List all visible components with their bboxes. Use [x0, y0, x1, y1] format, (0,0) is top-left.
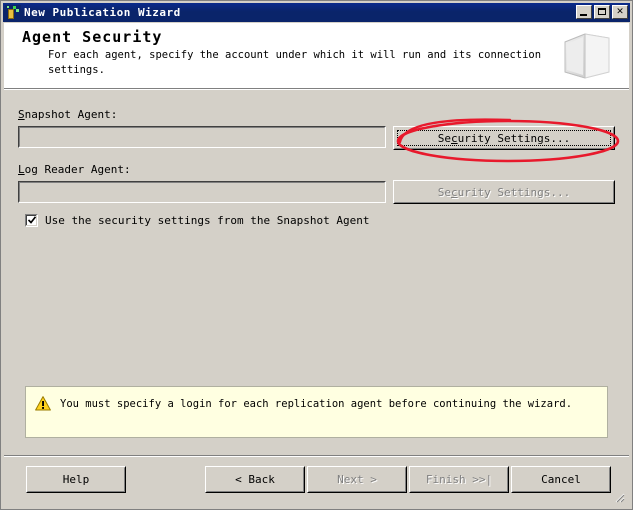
back-button[interactable]: < Back — [205, 466, 305, 493]
window-controls: ✕ — [576, 5, 628, 19]
wizard-footer: Help < Back Next > Finish >>| Cancel — [4, 457, 629, 506]
next-button: Next > — [307, 466, 407, 493]
warning-text: You must specify a login for each replic… — [60, 398, 573, 410]
snapshot-agent-label: Snapshot Agent: — [18, 108, 118, 121]
cancel-button-label: Cancel — [541, 473, 581, 486]
page-title: Agent Security — [22, 28, 163, 46]
help-button[interactable]: Help — [26, 466, 126, 493]
log-reader-agent-input — [18, 181, 386, 203]
finish-button-label: Finish >>| — [425, 473, 493, 486]
security-settings-secondary-button: Security Settings... — [393, 180, 615, 204]
warning-panel: You must specify a login for each replic… — [25, 386, 608, 438]
back-button-label: < Back — [235, 473, 275, 486]
check-icon — [28, 216, 36, 224]
maximize-button[interactable] — [594, 5, 610, 19]
close-icon[interactable]: ✕ — [612, 5, 628, 19]
title-bar[interactable]: New Publication Wizard ✕ — [3, 3, 630, 22]
wizard-book-icon — [564, 33, 610, 79]
help-button-label: Help — [62, 473, 90, 486]
cancel-button[interactable]: Cancel — [511, 466, 611, 493]
finish-button: Finish >>| — [409, 466, 509, 493]
page-subtitle: For each agent, specify the account unde… — [48, 49, 542, 76]
resize-grip-icon[interactable] — [612, 490, 625, 503]
warning-triangle-icon — [35, 396, 51, 411]
reuse-snapshot-security-label: Use the security settings from the Snaps… — [45, 214, 370, 227]
new-publication-wizard-window: New Publication Wizard ✕ Agent Security … — [0, 0, 633, 510]
wizard-header: Agent Security For each agent, specify t… — [4, 23, 629, 88]
next-button-label: Next > — [337, 473, 377, 486]
checkbox-box[interactable] — [25, 214, 38, 227]
security-settings-primary-button[interactable]: Security Settings... — [393, 126, 615, 150]
snapshot-agent-input[interactable] — [18, 126, 386, 148]
minimize-button[interactable] — [576, 5, 592, 19]
reuse-snapshot-security-checkbox[interactable]: Use the security settings from the Snaps… — [25, 214, 370, 227]
window-title: New Publication Wizard — [24, 6, 181, 19]
wizard-bottle-icon — [5, 4, 21, 21]
security-settings-primary-label: Security Settings... — [437, 131, 571, 145]
security-settings-secondary-label: Security Settings... — [437, 185, 571, 199]
log-reader-agent-label: Log Reader Agent: — [18, 163, 131, 176]
